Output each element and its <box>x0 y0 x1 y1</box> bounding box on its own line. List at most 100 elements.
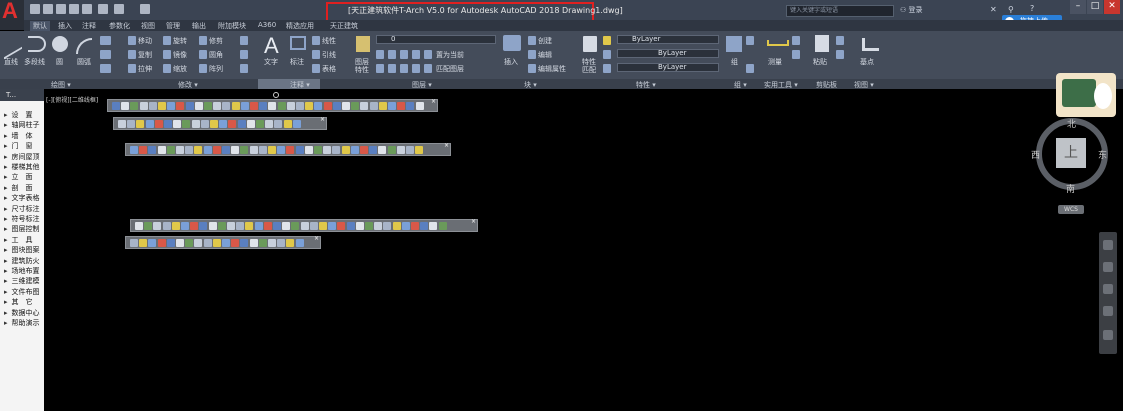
toolbar-tool-icon[interactable] <box>292 120 301 128</box>
polyline-icon[interactable] <box>28 36 46 52</box>
toolbar-tool-icon[interactable] <box>265 120 274 128</box>
toolbar-tool-icon[interactable] <box>415 146 424 154</box>
explode-icon[interactable] <box>240 50 248 59</box>
create-block-icon[interactable] <box>528 36 536 45</box>
toolbar-tool-icon[interactable] <box>369 146 378 154</box>
cut-icon[interactable] <box>836 36 844 45</box>
palette-item[interactable]: 图块图案 <box>4 245 40 255</box>
toolbar-tool-icon[interactable] <box>332 102 341 110</box>
saveas-icon[interactable] <box>69 4 79 14</box>
palette-item[interactable]: 三维建模 <box>4 276 40 286</box>
toolbar-tool-icon[interactable] <box>378 102 387 110</box>
palette-item[interactable]: 符号标注 <box>4 214 40 224</box>
minimize-button[interactable]: – <box>1070 0 1086 14</box>
viewcube-top-face[interactable]: 上 <box>1056 138 1086 168</box>
move-icon[interactable] <box>128 36 136 45</box>
panel-title-layers[interactable]: 图层 ▾ <box>412 80 432 90</box>
viewport-controls[interactable]: [-][俯视][二维线框] <box>46 95 98 104</box>
toolbar-tool-icon[interactable] <box>217 222 226 230</box>
toolbar-tool-icon[interactable] <box>194 146 203 154</box>
toolbar-tool-icon[interactable] <box>173 120 182 128</box>
tab-tarch[interactable]: 天正建筑 <box>330 21 358 31</box>
toolbar-tool-icon[interactable] <box>228 120 237 128</box>
toolbar-tool-icon[interactable] <box>171 222 180 230</box>
toolbar-tool-icon[interactable] <box>277 102 286 110</box>
toolbar-tool-icon[interactable] <box>158 102 166 110</box>
toolbar-tool-icon[interactable] <box>328 222 337 230</box>
stretch-label[interactable]: 拉伸 <box>138 64 152 74</box>
toolbar-tool-icon[interactable] <box>237 120 246 128</box>
leader-icon[interactable] <box>312 50 320 59</box>
toolbar-tool-icon[interactable] <box>166 146 175 154</box>
floating-toolbar-4[interactable]: × <box>130 218 478 232</box>
toolbar-tool-icon[interactable] <box>268 239 276 247</box>
pan-icon[interactable] <box>1103 262 1113 272</box>
toolbar-tool-icon[interactable] <box>392 222 401 230</box>
toolbar-tool-icon[interactable] <box>231 146 240 154</box>
toolbar-tool-icon[interactable] <box>210 120 218 128</box>
paste-icon[interactable] <box>815 35 829 52</box>
search-input[interactable]: 键入关键字或短语 <box>786 5 894 17</box>
toolbar-tool-icon[interactable] <box>268 102 277 110</box>
toolbar-tool-icon[interactable] <box>139 146 148 154</box>
toolbar-tool-icon[interactable] <box>283 120 292 128</box>
wcs-menu[interactable]: WCS <box>1058 205 1084 214</box>
toolbar-tool-icon[interactable] <box>378 146 387 154</box>
toolbar-tool-icon[interactable] <box>314 146 322 154</box>
array-label[interactable]: 阵列 <box>209 64 223 74</box>
array-icon[interactable] <box>199 64 207 73</box>
tab-annotate[interactable]: 注释 <box>82 21 96 31</box>
toolbar-tool-icon[interactable] <box>213 102 222 110</box>
toolbar-tool-icon[interactable] <box>351 102 360 110</box>
palette-item[interactable]: 墙 体 <box>4 131 33 141</box>
palette-item[interactable]: 工 具 <box>4 235 33 245</box>
palette-item[interactable]: 其 它 <box>4 297 33 307</box>
layer-properties-icon[interactable] <box>356 36 370 52</box>
toolbar-tool-icon[interactable] <box>144 222 153 230</box>
toolbar-tool-icon[interactable] <box>323 102 332 110</box>
toolbar-tool-icon[interactable] <box>268 146 276 154</box>
compass-north[interactable]: 北 <box>1067 117 1076 130</box>
toolbar-tool-icon[interactable] <box>295 146 304 154</box>
base-view-icon[interactable] <box>862 38 879 51</box>
panel-title-block[interactable]: 块 ▾ <box>524 80 537 90</box>
toolbar-tool-icon[interactable] <box>182 120 191 128</box>
toolbar-tool-icon[interactable] <box>249 239 258 247</box>
linear-label[interactable]: 线性 <box>322 36 336 46</box>
toolbar-tool-icon[interactable] <box>397 102 406 110</box>
toolbar-tool-icon[interactable] <box>282 222 291 230</box>
palette-item[interactable]: 帮助演示 <box>4 318 40 328</box>
toolbar-tool-icon[interactable] <box>181 222 189 230</box>
toolbar-tool-icon[interactable] <box>157 146 166 154</box>
floating-toolbar-1[interactable]: × <box>107 98 438 112</box>
color-dropdown[interactable]: ByLayer <box>617 35 719 44</box>
toolbar-tool-icon[interactable] <box>369 102 378 110</box>
circle-icon[interactable] <box>52 36 68 52</box>
erase-icon[interactable] <box>240 36 248 45</box>
toolbar-tool-icon[interactable] <box>258 239 267 247</box>
toolbar-tool-icon[interactable] <box>164 120 172 128</box>
tab-addins[interactable]: 附加模块 <box>218 21 246 31</box>
toolbar-tool-icon[interactable] <box>341 146 350 154</box>
tab-output[interactable]: 输出 <box>192 21 206 31</box>
compass-west[interactable]: 西 <box>1031 148 1040 161</box>
layer-off-icon[interactable] <box>376 50 384 59</box>
toolbar-tool-icon[interactable] <box>258 146 267 154</box>
toolbar-tool-icon[interactable] <box>222 239 230 247</box>
palette-item[interactable]: 尺寸标注 <box>4 204 40 214</box>
toolbar-tool-icon[interactable] <box>295 239 304 247</box>
palette-item[interactable]: 建筑防火 <box>4 256 40 266</box>
orbit-icon[interactable] <box>1103 306 1113 316</box>
set-current-label[interactable]: 置为当前 <box>436 50 464 60</box>
toolbar-tool-icon[interactable] <box>194 239 203 247</box>
mirror-icon[interactable] <box>163 50 171 59</box>
toolbar-close-icon[interactable]: × <box>314 235 319 242</box>
toolbar-tool-icon[interactable] <box>415 102 424 110</box>
gradient-icon[interactable] <box>100 64 111 73</box>
toolbar-tool-icon[interactable] <box>227 222 235 230</box>
toolbar-tool-icon[interactable] <box>360 102 369 110</box>
copy-label[interactable]: 复制 <box>138 50 152 60</box>
toolbar-tool-icon[interactable] <box>309 222 318 230</box>
toolbar-tool-icon[interactable] <box>286 102 295 110</box>
edit-attributes-label[interactable]: 编辑属性 <box>538 64 566 74</box>
